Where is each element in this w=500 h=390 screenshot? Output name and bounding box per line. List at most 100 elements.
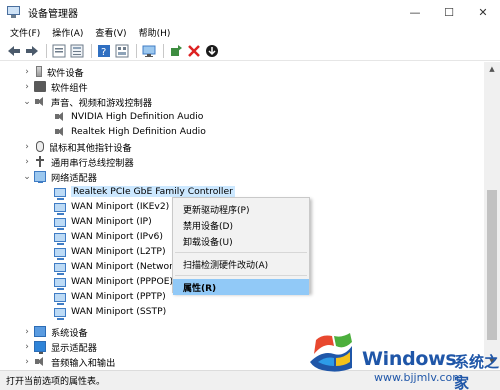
maximize-button[interactable]: ☐ [432, 0, 466, 24]
nic-icon [54, 233, 66, 245]
display-icon [34, 341, 46, 354]
help-icon[interactable]: ? [96, 43, 112, 59]
toolbar-divider [163, 43, 164, 58]
vertical-scrollbar[interactable]: ▲ ▼ [484, 62, 500, 368]
tree-item-audio-io[interactable]: › 音频输入和输出 [22, 354, 116, 369]
tree-item-sound-video-game[interactable]: ⌄ 声音、视频和游戏控制器 [22, 94, 152, 109]
disk-icon [36, 66, 42, 77]
expand-icon[interactable]: › [22, 339, 32, 354]
system-icon [34, 326, 46, 337]
menu-update-driver[interactable]: 更新驱动程序(P) [173, 201, 309, 217]
expand-icon[interactable]: › [22, 139, 32, 154]
tree-item-label: 音频输入和输出 [51, 357, 116, 369]
minimize-button[interactable]: — [398, 0, 432, 24]
menu-view[interactable]: 查看(V) [89, 26, 132, 39]
tree-item-label: 软件组件 [51, 82, 88, 94]
expand-icon[interactable]: › [22, 324, 32, 339]
collapse-icon[interactable]: ⌄ [22, 169, 32, 184]
windows-logo-icon [310, 333, 352, 372]
menu-properties[interactable]: 属性(R) [173, 279, 309, 295]
add-driver-icon[interactable] [168, 43, 184, 59]
tree-item-label: WAN Miniport (IPv6) [71, 231, 163, 242]
expand-icon[interactable]: › [22, 154, 32, 169]
tree-item-software-components[interactable]: › 软件组件 [22, 79, 88, 94]
view-icon[interactable] [114, 43, 130, 59]
back-arrow-icon[interactable] [6, 43, 22, 59]
menu-bar: 文件(F) 操作(A) 查看(V) 帮助(H) [0, 24, 500, 41]
menu-action[interactable]: 操作(A) [46, 26, 89, 39]
tree-item-wan-pptp[interactable]: WAN Miniport (PPTP) [42, 289, 166, 305]
toolbar-divider [46, 43, 47, 58]
tree-item-network-adapters[interactable]: ⌄ 网络适配器 [22, 169, 97, 184]
tree-item-display-adapters[interactable]: › 显示适配器 [22, 339, 97, 354]
tree-item-label: 声音、视频和游戏控制器 [51, 97, 153, 109]
menu-file[interactable]: 文件(F) [4, 26, 46, 39]
tree-item-label: 系统设备 [51, 327, 88, 339]
window-controls: — ☐ ✕ [398, 0, 500, 24]
tree-item-label: WAN Miniport (PPPOE) [71, 276, 174, 287]
tree-item-label: Realtek PCIe GbE Family Controller [71, 186, 235, 197]
computer-icon[interactable] [141, 43, 157, 59]
title-bar: 设备管理器 — ☐ ✕ [0, 0, 500, 24]
uninstall-icon[interactable] [186, 43, 202, 59]
menu-help[interactable]: 帮助(H) [133, 26, 177, 39]
forward-arrow-icon[interactable] [24, 43, 40, 59]
menu-scan-hardware[interactable]: 扫描检测硬件改动(A) [173, 256, 309, 272]
nic-icon [54, 188, 66, 200]
tree-item-usb-controllers[interactable]: › 通用串行总线控制器 [22, 154, 134, 169]
tree-item-nvidia-audio[interactable]: NVIDIA High Definition Audio [42, 109, 203, 124]
expand-icon[interactable]: › [22, 354, 32, 368]
watermark: Windows 系统之家 www.bjjmlv.com [308, 330, 500, 390]
properties-icon[interactable] [51, 43, 67, 59]
nic-icon [54, 278, 66, 290]
sound-icon [54, 111, 66, 122]
list-icon[interactable] [69, 43, 85, 59]
tree-item-label: Realtek High Definition Audio [71, 126, 206, 137]
tree-item-label: 鼠标和其他指针设备 [49, 142, 132, 154]
tree-item-mice[interactable]: › 鼠标和其他指针设备 [22, 139, 132, 154]
menu-disable-device[interactable]: 禁用设备(D) [173, 217, 309, 233]
sound-icon [54, 126, 66, 137]
expand-icon[interactable]: › [22, 79, 32, 94]
close-button[interactable]: ✕ [466, 0, 500, 24]
tree-item-wan-ikev2[interactable]: WAN Miniport (IKEv2) [42, 199, 169, 215]
tree-item-wan-ipv6[interactable]: WAN Miniport (IPv6) [42, 229, 163, 245]
context-menu: 更新驱动程序(P) 禁用设备(D) 卸载设备(U) 扫描检测硬件改动(A) 属性… [172, 197, 310, 295]
collapse-icon[interactable]: ⌄ [22, 94, 32, 109]
tree-item-label: 通用串行总线控制器 [51, 157, 134, 169]
tree-item-wan-sstp[interactable]: WAN Miniport (SSTP) [42, 304, 167, 320]
tree-item-wan-ip[interactable]: WAN Miniport (IP) [42, 214, 152, 230]
tree-item-label: WAN Miniport (IP) [71, 216, 152, 227]
svg-text:?: ? [101, 47, 106, 58]
nic-icon [54, 308, 66, 320]
scroll-up-icon[interactable]: ▲ [484, 62, 500, 76]
expand-icon[interactable]: › [22, 64, 32, 79]
watermark-brand: Windows [362, 348, 457, 370]
tree-item-label: WAN Miniport (SSTP) [71, 306, 167, 317]
nic-icon [54, 263, 66, 275]
tree-item-wan-pppoe[interactable]: WAN Miniport (PPPOE) [42, 274, 174, 290]
menu-uninstall-device[interactable]: 卸载设备(U) [173, 233, 309, 249]
tree-item-system-devices[interactable]: › 系统设备 [22, 324, 88, 339]
tree-item-label: NVIDIA High Definition Audio [71, 111, 204, 122]
nic-icon [54, 248, 66, 260]
tree-item-software-devices[interactable]: › 软件设备 [22, 64, 84, 79]
status-text: 打开当前选项的属性表。 [6, 377, 106, 387]
sound-icon [34, 96, 46, 107]
scroll-thumb[interactable] [487, 190, 497, 340]
toolbar: ? [0, 41, 500, 61]
nic-icon [54, 218, 66, 230]
toolbar-divider [91, 43, 92, 58]
tree-item-wan-l2tp[interactable]: WAN Miniport (L2TP) [42, 244, 166, 260]
update-icon[interactable] [204, 43, 220, 59]
tree-item-realtek-audio[interactable]: Realtek High Definition Audio [42, 124, 206, 139]
chip-icon [34, 81, 46, 92]
